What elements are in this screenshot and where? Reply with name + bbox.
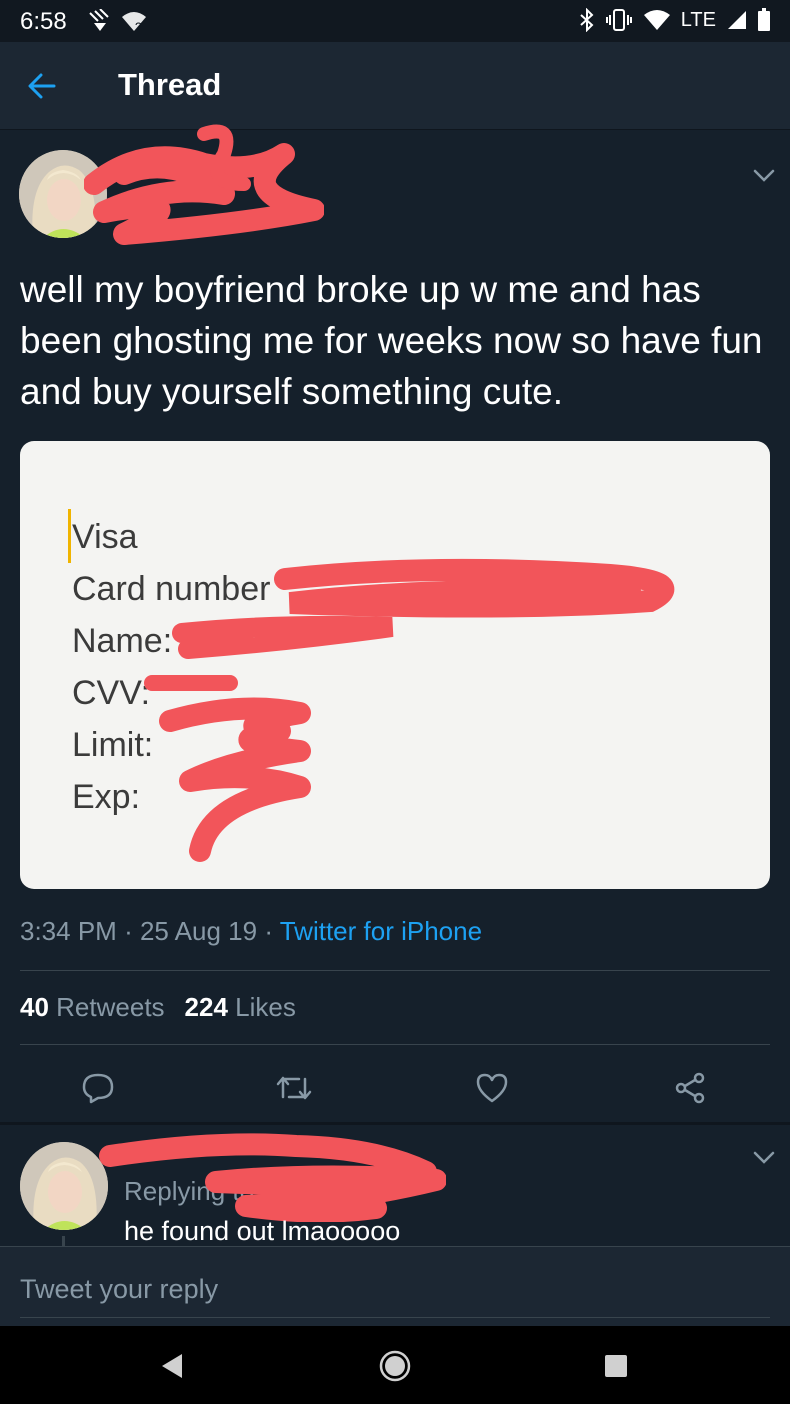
tweet-stats: 40 Retweets 224 Likes: [20, 992, 296, 1023]
status-system-icons: LTE: [579, 8, 770, 32]
divider: [20, 1044, 770, 1045]
status-notification-icons: ?: [86, 9, 148, 33]
tweet-date: 25 Aug 19: [139, 916, 258, 946]
share-button[interactable]: [668, 1066, 712, 1110]
chevron-down-icon[interactable]: [752, 168, 776, 184]
redacted-reply-username: [99, 1133, 446, 1222]
status-time: 6:58: [20, 8, 67, 35]
retweets-count: 40: [20, 992, 49, 1022]
system-nav-bar: [0, 1326, 790, 1404]
likes-stat[interactable]: 224 Likes: [185, 992, 296, 1023]
wifi-question-icon: ?: [122, 12, 146, 33]
square-recents-icon: [605, 1355, 627, 1377]
status-bar: 6:58 ? LTE: [0, 0, 790, 42]
meta-separator: ·: [124, 916, 140, 946]
retweets-label: Retweets: [56, 992, 165, 1022]
top-app-bar: Thread: [0, 42, 790, 130]
battery-icon: [758, 8, 770, 31]
bluetooth-icon: [580, 8, 594, 32]
text-cursor: [68, 509, 71, 563]
reply-avatar[interactable]: [20, 1142, 108, 1230]
reply-composer: [0, 1246, 790, 1326]
divider: [20, 970, 770, 971]
arrow-left-icon: [28, 73, 56, 99]
retweet-button[interactable]: [272, 1066, 316, 1110]
meta-separator: ·: [264, 916, 280, 946]
chevron-down-icon[interactable]: [752, 1150, 776, 1166]
reply-input[interactable]: [20, 1269, 770, 1309]
svg-text:?: ?: [135, 20, 142, 33]
tweet-text: well my boyfriend broke up w me and has …: [20, 269, 763, 412]
nav-recents-button[interactable]: [594, 1346, 638, 1386]
tweet-image[interactable]: Visa Card number Name: CVV: Limit: Exp:: [20, 441, 770, 889]
share-icon: [675, 1072, 705, 1104]
wifi-icon: [643, 10, 670, 30]
tweet-time: 3:34 PM: [20, 916, 117, 946]
redacted-username: [84, 124, 324, 245]
likes-count: 224: [184, 992, 228, 1022]
reply-bubble-icon: [82, 1073, 114, 1104]
reply-text: he found out lmaooooo: [124, 1216, 401, 1246]
back-button[interactable]: [20, 66, 64, 106]
triangle-back-icon: [162, 1354, 182, 1378]
vibrate-icon: [605, 9, 632, 31]
tweet-source-link[interactable]: Twitter for iPhone: [280, 916, 482, 946]
retweets-stat[interactable]: 40 Retweets: [20, 992, 165, 1023]
input-underline: [20, 1317, 770, 1318]
likes-label: Likes: [235, 992, 296, 1022]
circle-home-icon: [379, 1350, 411, 1382]
like-button[interactable]: [470, 1066, 514, 1110]
section-separator: [0, 1122, 790, 1125]
nav-home-button[interactable]: [373, 1346, 417, 1386]
page-title: Thread: [118, 67, 222, 102]
signal-icon: [728, 11, 746, 29]
network-type: LTE: [680, 8, 716, 31]
tweet-actions: [0, 1058, 790, 1114]
reply-button[interactable]: [76, 1066, 120, 1110]
heart-icon: [476, 1073, 508, 1103]
tweet-meta: 3:34 PM · 25 Aug 19 · Twitter for iPhone: [20, 916, 482, 947]
retweet-icon: [276, 1076, 312, 1100]
nav-back-button[interactable]: [150, 1346, 194, 1386]
download-icon: [89, 9, 109, 31]
redacted-card-details: [144, 558, 675, 862]
avatar-photo: [20, 1142, 108, 1230]
